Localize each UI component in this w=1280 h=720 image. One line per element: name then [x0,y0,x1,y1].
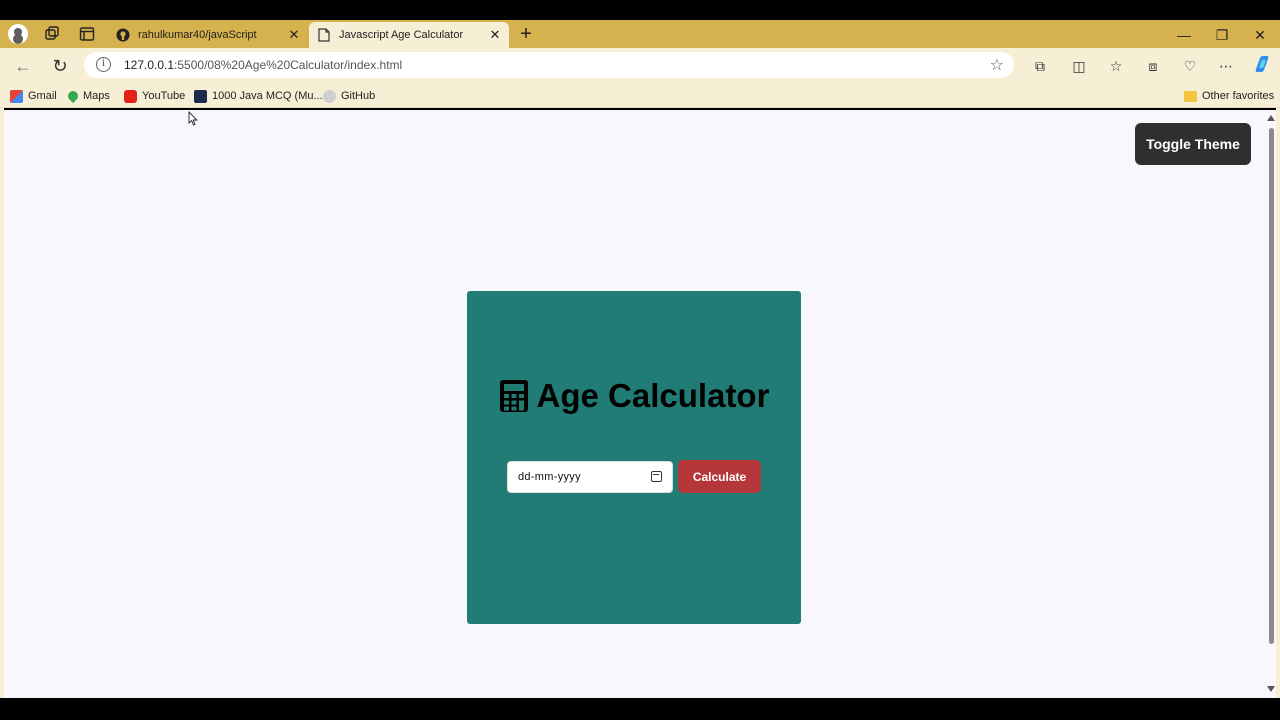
birthdate-input[interactable]: dd-mm-yyyy [507,461,673,493]
tab-title: rahulkumar40/javaScript [138,29,257,41]
scrollbar-thumb[interactable] [1269,128,1274,644]
tab-age-calculator[interactable]: Javascript Age Calculator ✕ [309,22,509,48]
page-title: Age Calculator [467,377,801,415]
bookmark-java-mcq[interactable]: 1000 Java MCQ (Mu... [194,88,323,104]
bottom-black-bar [0,698,1280,720]
close-window-icon[interactable]: ✕ [1242,24,1278,46]
maps-icon [65,88,81,104]
page-viewport: Toggle Theme Age Calculator dd-mm-yyyy C… [4,110,1266,698]
heading-text: Age Calculator [536,377,770,414]
refresh-icon[interactable]: ↻ [49,55,71,77]
bookmark-github[interactable]: GitHub [323,88,375,104]
youtube-icon [124,89,137,103]
page-icon [317,28,331,42]
bookmark-maps[interactable]: Maps [65,88,110,104]
back-icon[interactable]: ← [12,55,34,77]
copilot-icon[interactable] [1251,54,1273,76]
bookmark-youtube[interactable]: YouTube [124,88,185,104]
tab-actions-icon[interactable] [78,25,96,43]
other-favorites[interactable]: Other favorites [1184,88,1274,104]
address-bar[interactable]: i 127.0.0.1:5500/08%20Age%20Calculator/i… [84,52,1014,78]
restore-icon[interactable]: ❐ [1204,24,1240,46]
folder-icon [1184,90,1197,102]
collections-icon[interactable]: ⧈ [1142,56,1164,78]
github-icon [116,28,130,42]
age-calculator-card: Age Calculator dd-mm-yyyy Calculate [467,291,801,624]
new-tab-icon[interactable]: + [515,24,537,46]
scroll-down-arrow-icon[interactable] [1267,686,1275,692]
extensions-icon[interactable]: ⧉ [1029,56,1051,78]
java-mcq-icon [194,89,207,103]
favorite-star-icon[interactable]: ☆ [990,55,1004,75]
minimize-icon[interactable]: — [1166,24,1202,46]
close-icon[interactable]: ✕ [286,27,302,43]
profile-icon[interactable] [8,24,28,44]
tab-title: Javascript Age Calculator [339,29,464,41]
top-black-bar [0,0,1280,20]
scroll-up-arrow-icon[interactable] [1267,115,1275,121]
gmail-icon [10,89,23,103]
github-icon [323,89,336,103]
more-options-icon[interactable]: ⋯ [1215,56,1237,78]
info-icon[interactable]: i [96,57,111,72]
close-icon[interactable]: ✕ [487,27,503,43]
tab-strip: rahulkumar40/javaScript ✕ Javascript Age… [0,20,1280,48]
calculator-icon [499,380,528,412]
workspaces-icon[interactable] [43,25,61,43]
date-placeholder: dd-mm-yyyy [518,471,581,483]
mouse-cursor-icon [188,111,198,126]
browser-essentials-icon[interactable]: ♡ [1179,56,1201,78]
bookmark-gmail[interactable]: Gmail [10,88,57,104]
toggle-theme-button[interactable]: Toggle Theme [1135,123,1251,165]
split-screen-icon[interactable]: ◫ [1068,56,1090,78]
calendar-icon[interactable] [651,471,662,482]
bookmarks-bar: Gmail Maps YouTube 1000 Java MCQ (Mu... … [0,84,1280,108]
scrollbar[interactable] [1266,110,1276,698]
screen: rahulkumar40/javaScript ✕ Javascript Age… [0,0,1280,720]
window-frame-right [1276,108,1280,698]
favorites-icon[interactable]: ☆ [1105,56,1127,78]
tab-github[interactable]: rahulkumar40/javaScript ✕ [108,22,308,48]
browser-toolbar: ← ↻ i 127.0.0.1:5500/08%20Age%20Calculat… [0,48,1280,84]
url-text[interactable]: 127.0.0.1:5500/08%20Age%20Calculator/ind… [124,58,402,72]
calculate-button[interactable]: Calculate [678,460,761,493]
